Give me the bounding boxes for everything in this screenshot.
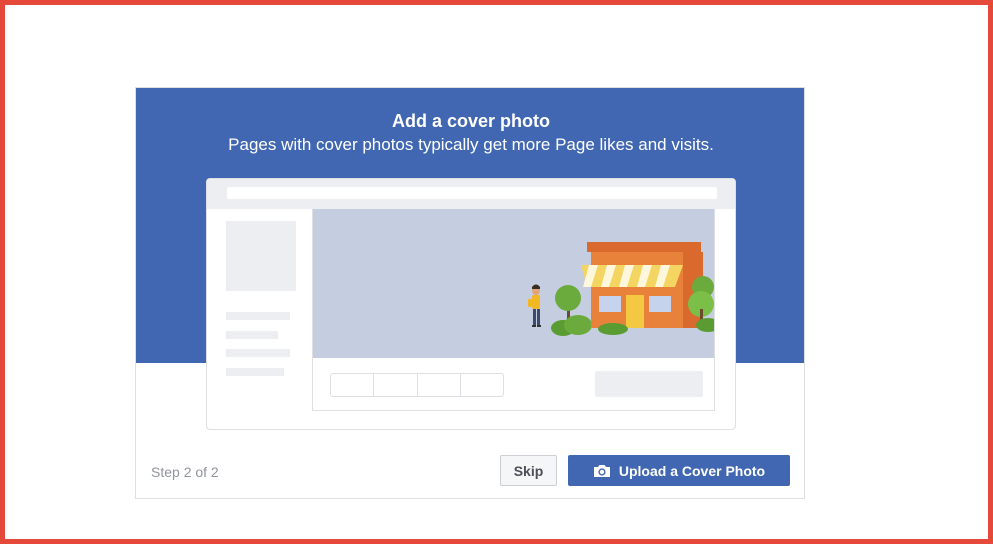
preview-tab-row [330,373,504,397]
preview-tab [459,373,504,397]
preview-sidebar-line [226,331,278,339]
dialog-title: Add a cover photo [391,111,550,131]
preview-tab [373,373,418,397]
dialog-subtitle: Pages with cover photos typically get mo… [228,135,714,154]
person-figure [528,284,541,327]
preview-content-area [312,209,715,411]
preview-cover-area [313,209,714,358]
preview-profile-picture [226,221,296,291]
preview-top-bar [207,179,735,209]
cover-photo-dialog: Add a cover photo Pages with cover photo… [135,87,805,499]
storefront-illustration [528,242,714,336]
preview-tab [330,373,375,397]
skip-button-label: Skip [513,462,544,479]
upload-cover-photo-button[interactable]: Upload a Cover Photo [568,455,790,486]
store-building [581,242,703,328]
preview-sidebar-line [226,349,290,357]
page-preview-illustration [206,178,736,430]
camera-icon [593,464,610,477]
preview-sidebar-line [226,368,284,376]
upload-button-label: Upload a Cover Photo [618,462,766,479]
preview-tab [416,373,461,397]
skip-button[interactable]: Skip [500,455,557,486]
step-indicator: Step 2 of 2 [151,464,219,480]
preview-action-button [595,371,703,397]
preview-sidebar-line [226,312,290,320]
preview-search-bar [227,187,717,199]
